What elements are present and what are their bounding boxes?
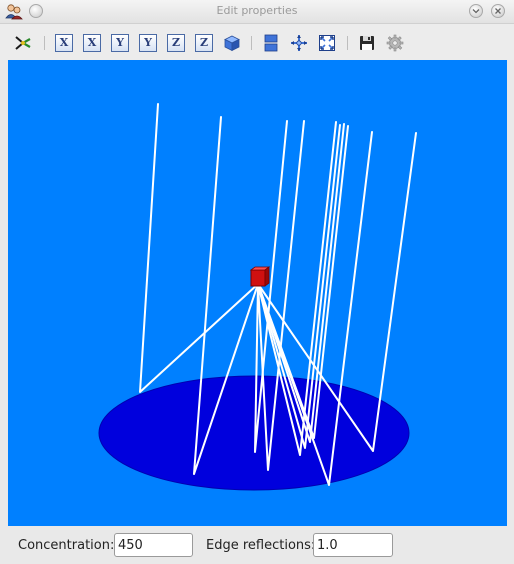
- 3d-viewport[interactable]: [8, 60, 507, 526]
- title-bar: Edit properties: [0, 0, 514, 24]
- split-view-icon[interactable]: [262, 34, 280, 52]
- window-title: Edit properties: [216, 4, 298, 17]
- minimize-button[interactable]: [469, 4, 483, 18]
- chevron-down-icon: [472, 9, 480, 14]
- concentration-input[interactable]: [114, 533, 193, 557]
- view-x-button[interactable]: X: [55, 34, 73, 52]
- light-source: [249, 266, 271, 287]
- view-x-reverse-button[interactable]: X: [83, 34, 101, 52]
- rotate-axes-icon[interactable]: [290, 34, 308, 52]
- view-y-button[interactable]: Y: [111, 34, 129, 52]
- fit-view-icon[interactable]: [318, 34, 336, 52]
- concentration-label: Concentration:: [18, 538, 115, 553]
- view-z-button[interactable]: Z: [167, 34, 185, 52]
- scene-canvas[interactable]: [8, 60, 507, 526]
- properties-bar: Concentration: Edge reflections:: [0, 526, 514, 564]
- save-icon[interactable]: [358, 34, 376, 52]
- settings-gear-icon[interactable]: [386, 34, 404, 52]
- edge-reflections-input[interactable]: [313, 533, 393, 557]
- toolbar-separator: [44, 36, 45, 50]
- scatter-tool-icon[interactable]: [14, 34, 32, 52]
- view-z-reverse-button[interactable]: Z: [195, 34, 213, 52]
- cube-view-icon[interactable]: [223, 34, 241, 52]
- toolbar-separator: [347, 36, 348, 50]
- close-icon: [495, 8, 501, 14]
- close-button[interactable]: [491, 4, 505, 18]
- ray: [139, 103, 259, 393]
- edge-reflections-label: Edge reflections:: [206, 538, 316, 553]
- view-y-reverse-button[interactable]: Y: [139, 34, 157, 52]
- toolbar-separator: [251, 36, 252, 50]
- floor-disk: [98, 375, 410, 491]
- toolbar: X X Y Y Z Z: [0, 24, 514, 60]
